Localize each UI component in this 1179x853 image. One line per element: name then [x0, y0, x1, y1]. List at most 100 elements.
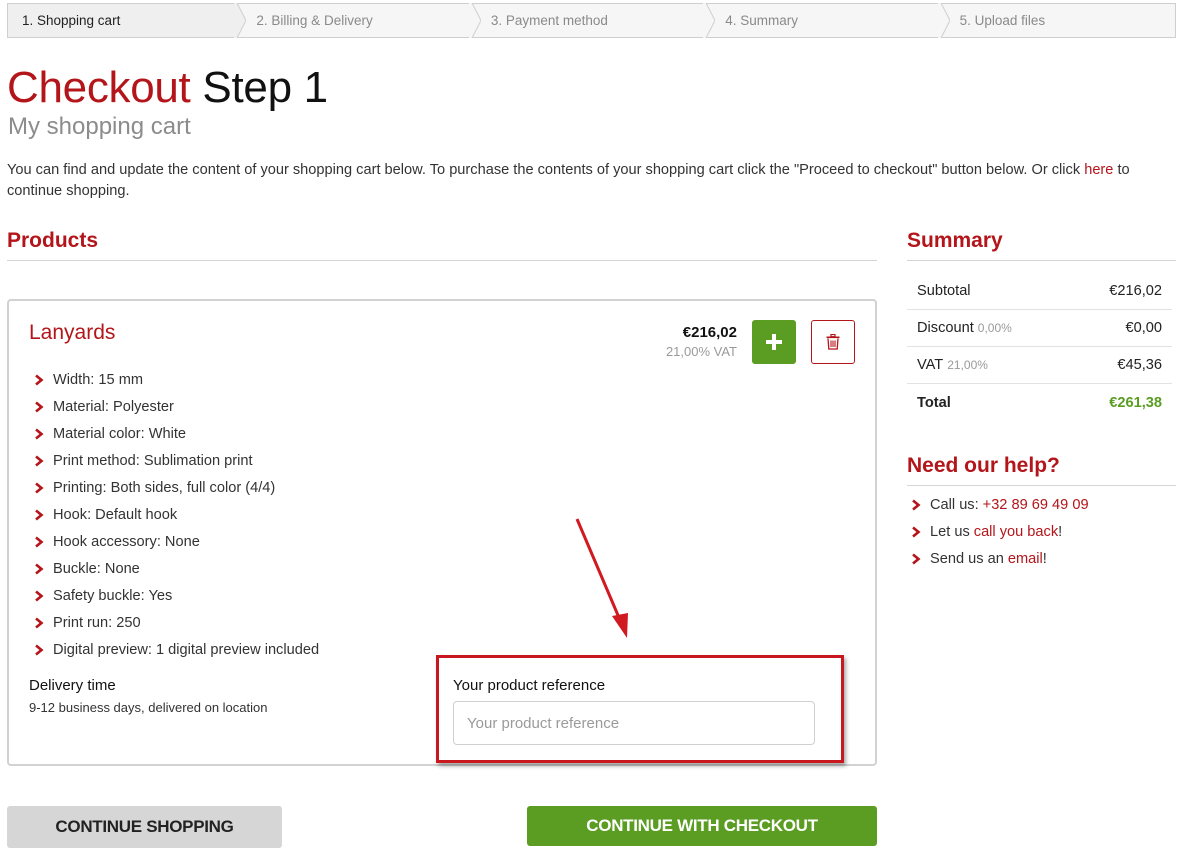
summary-label: Subtotal [917, 283, 971, 299]
page-title-highlight: Checkout [7, 63, 191, 112]
help-suffix: ! [1042, 550, 1047, 567]
help-prefix: Send us an [930, 550, 1004, 567]
step-billing-delivery[interactable]: 2. Billing & Delivery [237, 3, 481, 38]
chevron-right-icon [912, 525, 921, 538]
step-chevron-icon [234, 3, 247, 38]
spec-item: Material: Polyester [34, 393, 319, 420]
spec-item: Hook accessory: None [34, 528, 319, 555]
help-item-email: Send us an email! [911, 545, 1089, 572]
summary-value: €45,36 [1117, 357, 1162, 373]
product-vat-note: 21,00% VAT [665, 344, 737, 359]
chevron-right-icon [912, 552, 921, 565]
help-prefix: Call us: [930, 496, 979, 513]
summary-row-vat: VAT 21,00% €45,36 [907, 347, 1172, 384]
product-price-box: €216,02 21,00% VAT [666, 323, 737, 361]
spec-text: Material: Polyester [53, 398, 174, 415]
page-title-step: Step 1 [202, 63, 328, 112]
spec-text: Safety buckle: Yes [53, 587, 173, 604]
chevron-right-icon [35, 427, 44, 440]
spec-item: Buckle: None [34, 555, 319, 582]
delivery-time-label: Delivery time [29, 677, 116, 694]
spec-text: Hook accessory: None [53, 533, 200, 550]
step-payment-method[interactable]: 3. Payment method [471, 3, 716, 38]
delete-product-button[interactable] [811, 320, 855, 364]
product-card: Lanyards €216,02 21,00% VAT Width: 15 mm… [7, 299, 877, 766]
step-label: 5. Upload files [959, 13, 1046, 28]
summary-label-text: Total [917, 394, 951, 411]
spec-item: Material color: White [34, 420, 319, 447]
spec-text: Printing: Both sides, full color (4/4) [53, 479, 276, 496]
page-title: Checkout Step 1 [7, 62, 328, 114]
spec-item: Print run: 250 [34, 609, 319, 636]
summary-total-value: €261,38 [1109, 394, 1162, 411]
step-summary[interactable]: 4. Summary [706, 3, 950, 38]
annotation-arrow-icon [575, 518, 628, 638]
delivery-time-value: 9-12 business days, delivered on locatio… [29, 700, 268, 715]
email-link[interactable]: email [1008, 551, 1043, 567]
trash-icon [826, 334, 840, 350]
chevron-right-icon [35, 481, 44, 494]
spec-item: Width: 15 mm [34, 366, 319, 393]
plus-icon [766, 334, 782, 350]
help-item-call: Call us: +32 89 69 49 09 [911, 491, 1089, 518]
summary-row-subtotal: Subtotal €216,02 [907, 273, 1172, 310]
page-subtitle: My shopping cart [8, 113, 191, 140]
add-product-button[interactable] [752, 320, 796, 364]
callback-link[interactable]: call you back [974, 524, 1058, 540]
step-upload-files[interactable]: 5. Upload files [940, 3, 1177, 38]
spec-item: Printing: Both sides, full color (4/4) [34, 474, 319, 501]
spec-text: Print method: Sublimation print [53, 452, 253, 469]
summary-label: Total [917, 395, 951, 411]
help-list: Call us: +32 89 69 49 09 Let us call you… [911, 491, 1089, 572]
step-label: 3. Payment method [490, 13, 608, 28]
summary-value: €216,02 [1109, 283, 1162, 299]
summary-row-total: Total €261,38 [907, 384, 1172, 421]
chevron-right-icon [35, 454, 44, 467]
spec-text: Digital preview: 1 digital preview inclu… [53, 641, 320, 658]
continue-checkout-button[interactable]: CONTINUE WITH CHECKOUT [527, 806, 877, 846]
chevron-right-icon [35, 535, 44, 548]
spec-item: Digital preview: 1 digital preview inclu… [34, 636, 319, 663]
product-price: €216,02 [682, 324, 737, 341]
summary-label-text: Discount [917, 320, 974, 336]
summary-label-text: VAT [917, 357, 944, 373]
step-label: 1. Shopping cart [22, 13, 121, 28]
spec-text: Material color: White [53, 425, 187, 442]
step-shopping-cart[interactable]: 1. Shopping cart [7, 3, 247, 38]
continue-shopping-button[interactable]: CONTINUE SHOPPING [7, 806, 282, 848]
help-item-callback: Let us call you back! [911, 518, 1089, 545]
spec-item: Hook: Default hook [34, 501, 319, 528]
chevron-right-icon [35, 400, 44, 413]
summary-table: Subtotal €216,02 Discount 0,00% €0,00 VAT… [907, 273, 1172, 421]
intro-body: You can find and update the content of y… [7, 162, 1081, 178]
chevron-right-icon [35, 616, 44, 629]
summary-label: VAT 21,00% [917, 357, 988, 373]
summary-percent: 21,00% [947, 358, 988, 372]
product-spec-list: Width: 15 mm Material: Polyester Materia… [34, 366, 319, 663]
spec-item: Print method: Sublimation print [34, 447, 319, 474]
step-label: 4. Summary [725, 13, 798, 28]
chevron-right-icon [35, 508, 44, 521]
step-label: 2. Billing & Delivery [256, 13, 373, 28]
checkout-stepper: 1. Shopping cart 2. Billing & Delivery 3… [7, 3, 1177, 38]
spec-item: Safety buckle: Yes [34, 582, 319, 609]
spec-text: Width: 15 mm [53, 371, 144, 388]
continue-shopping-link[interactable]: here [1084, 162, 1113, 178]
product-reference-label: Your product reference [453, 677, 606, 694]
phone-link[interactable]: +32 89 69 49 09 [983, 497, 1089, 513]
chevron-right-icon [912, 498, 921, 511]
product-reference-input[interactable] [453, 701, 815, 745]
chevron-right-icon [35, 643, 44, 656]
chevron-right-icon [35, 562, 44, 575]
intro-text: You can find and update the content of y… [7, 160, 1179, 202]
help-heading: Need our help? [907, 453, 1176, 486]
summary-label-text: Subtotal [917, 283, 971, 299]
step-chevron-icon [937, 3, 950, 38]
product-name: Lanyards [29, 321, 116, 344]
summary-row-discount: Discount 0,00% €0,00 [907, 310, 1172, 347]
spec-text: Print run: 250 [53, 614, 141, 631]
help-prefix: Let us [930, 523, 970, 540]
chevron-right-icon [35, 589, 44, 602]
summary-heading: Summary [907, 228, 1176, 261]
chevron-right-icon [35, 373, 44, 386]
